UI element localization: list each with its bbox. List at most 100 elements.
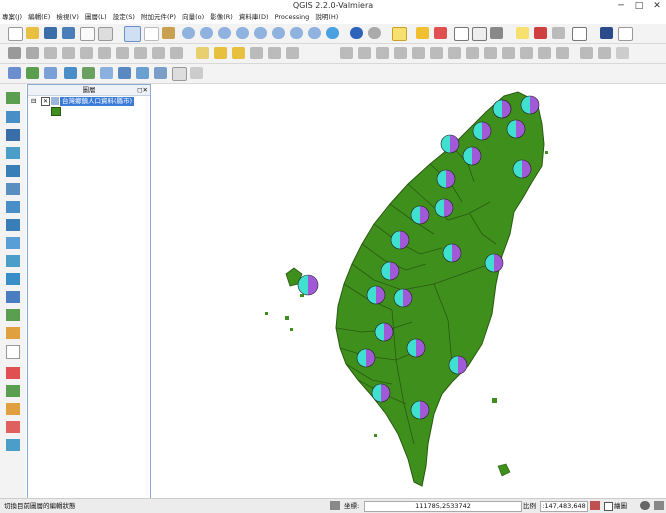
add-vector-icon[interactable] bbox=[6, 92, 20, 104]
save-as-icon[interactable] bbox=[62, 27, 75, 39]
minimize-button[interactable]: ─ bbox=[612, 0, 630, 12]
zoom-out-icon[interactable] bbox=[200, 27, 213, 39]
add-ring-icon[interactable] bbox=[376, 47, 389, 59]
offset-curve-icon[interactable] bbox=[466, 47, 479, 59]
composer-manager-icon[interactable] bbox=[98, 27, 113, 41]
layer-visibility-checkbox[interactable]: ✕ bbox=[41, 97, 50, 106]
map-tips-icon[interactable] bbox=[516, 27, 529, 39]
add-spatialite-icon[interactable] bbox=[6, 147, 20, 159]
zoom-next-icon[interactable] bbox=[308, 27, 321, 39]
zoom-native-icon[interactable] bbox=[218, 27, 231, 39]
node-tool-icon[interactable] bbox=[98, 47, 111, 59]
scale-combobox[interactable]: :147,483,648 bbox=[540, 501, 588, 512]
new-spatialite-layer-icon[interactable] bbox=[6, 327, 20, 339]
save-edits-icon[interactable] bbox=[44, 47, 57, 59]
layer-expand-toggle[interactable]: ⊟ bbox=[31, 97, 36, 105]
zoom-last-icon[interactable] bbox=[290, 27, 303, 39]
georeferencer-icon[interactable] bbox=[6, 385, 20, 397]
what-is-this-icon[interactable] bbox=[618, 27, 633, 41]
add-mssql-icon[interactable] bbox=[6, 165, 20, 177]
remove-layer-left-icon[interactable] bbox=[6, 345, 20, 359]
pie-symbol[interactable] bbox=[440, 134, 460, 154]
touch-icon[interactable] bbox=[124, 26, 141, 42]
pie-symbol[interactable] bbox=[380, 261, 400, 281]
split-parts-icon[interactable] bbox=[502, 47, 515, 59]
open-table-icon[interactable] bbox=[454, 27, 469, 41]
copy-icon[interactable] bbox=[152, 47, 165, 59]
pie-symbol[interactable] bbox=[520, 95, 540, 115]
menu-database[interactable]: 資料庫(D) bbox=[237, 12, 271, 23]
redo-icon[interactable] bbox=[358, 47, 371, 59]
undo-icon[interactable] bbox=[340, 47, 353, 59]
rotate-feature-icon[interactable] bbox=[616, 47, 629, 59]
zoom-in-icon[interactable] bbox=[182, 27, 195, 39]
refresh-icon[interactable] bbox=[326, 27, 339, 39]
pie-symbol[interactable] bbox=[492, 99, 512, 119]
label-pin-icon[interactable] bbox=[214, 47, 227, 59]
add-mssql-layer-icon[interactable] bbox=[82, 67, 95, 79]
add-gpx-icon[interactable] bbox=[6, 291, 20, 303]
message-log-icon[interactable] bbox=[654, 501, 664, 510]
menu-project[interactable]: 專案(J) bbox=[0, 12, 24, 23]
merge-attributes-icon[interactable] bbox=[538, 47, 551, 59]
menu-edit[interactable]: 編輯(E) bbox=[26, 12, 52, 23]
panel-float-close-buttons[interactable]: ◻✕ bbox=[137, 86, 148, 94]
label-move-icon[interactable] bbox=[250, 47, 263, 59]
road-graph-icon[interactable] bbox=[6, 421, 20, 433]
add-postgis-layer-icon[interactable] bbox=[44, 67, 57, 79]
label-show-icon[interactable] bbox=[232, 47, 245, 59]
pie-symbol[interactable] bbox=[484, 253, 504, 273]
add-raster-icon[interactable] bbox=[6, 111, 20, 123]
close-window-button[interactable]: ✕ bbox=[648, 0, 666, 12]
pan-to-selection-icon[interactable] bbox=[162, 27, 175, 39]
pie-symbol[interactable] bbox=[356, 348, 376, 368]
pie-symbol[interactable] bbox=[393, 288, 413, 308]
zoom-layer-icon[interactable] bbox=[254, 27, 267, 39]
add-oracle-layer-icon[interactable] bbox=[100, 67, 113, 79]
select-icon[interactable] bbox=[392, 27, 407, 41]
add-wms-icon[interactable] bbox=[6, 201, 20, 213]
add-raster-layer-icon[interactable] bbox=[26, 67, 39, 79]
pie-symbol[interactable] bbox=[371, 383, 391, 403]
split-features-icon[interactable] bbox=[484, 47, 497, 59]
reshape-icon[interactable] bbox=[448, 47, 461, 59]
add-oracle-icon[interactable] bbox=[6, 183, 20, 195]
layer-item-taiwan-population[interactable]: 台灣鄉鎮人口資料(縣市) bbox=[60, 97, 135, 106]
edit-pen-icon[interactable] bbox=[26, 47, 39, 59]
menu-settings[interactable]: 設定(S) bbox=[111, 12, 137, 23]
delete-part-icon[interactable] bbox=[430, 47, 443, 59]
add-part-icon[interactable] bbox=[394, 47, 407, 59]
render-checkbox[interactable] bbox=[604, 502, 613, 511]
pie-symbol[interactable] bbox=[410, 205, 430, 225]
add-wcs-icon[interactable] bbox=[6, 237, 20, 249]
select-by-expression-icon[interactable] bbox=[434, 27, 447, 39]
label-change-icon[interactable] bbox=[286, 47, 299, 59]
add-wcs-layer-icon[interactable] bbox=[136, 67, 149, 79]
pie-symbol[interactable] bbox=[374, 322, 394, 342]
add-virtual-layer-icon[interactable] bbox=[6, 273, 20, 285]
simplify-icon[interactable] bbox=[580, 47, 593, 59]
add-spatialite-layer-icon[interactable] bbox=[64, 67, 77, 79]
paste-icon[interactable] bbox=[170, 47, 183, 59]
pie-symbol[interactable] bbox=[472, 121, 492, 141]
coordinate-capture-icon[interactable] bbox=[6, 439, 20, 451]
new-print-composer-icon[interactable] bbox=[80, 27, 95, 41]
add-postgis-icon[interactable] bbox=[6, 129, 20, 141]
remove-layer-icon[interactable] bbox=[190, 67, 203, 79]
menu-processing[interactable]: Processing bbox=[273, 12, 312, 23]
deselect-icon[interactable] bbox=[416, 27, 429, 39]
coordinate-field[interactable]: 111785,2533742 bbox=[364, 501, 522, 512]
fill-ring-icon[interactable] bbox=[598, 47, 611, 59]
crs-icon[interactable] bbox=[640, 501, 650, 510]
coordinate-toggle-icon[interactable] bbox=[330, 501, 340, 510]
zoom-selection-icon[interactable] bbox=[272, 27, 285, 39]
pie-symbol[interactable] bbox=[406, 338, 426, 358]
add-wfs-icon[interactable] bbox=[6, 255, 20, 267]
toggle-editing-icon[interactable] bbox=[8, 47, 21, 59]
menu-vector[interactable]: 向量(o) bbox=[180, 12, 206, 23]
delete-ring-icon[interactable] bbox=[412, 47, 425, 59]
annotation-icon[interactable] bbox=[552, 27, 565, 39]
menu-help[interactable]: 說明(H) bbox=[313, 12, 340, 23]
pan-icon[interactable] bbox=[144, 27, 159, 41]
new-project-icon[interactable] bbox=[8, 27, 23, 41]
